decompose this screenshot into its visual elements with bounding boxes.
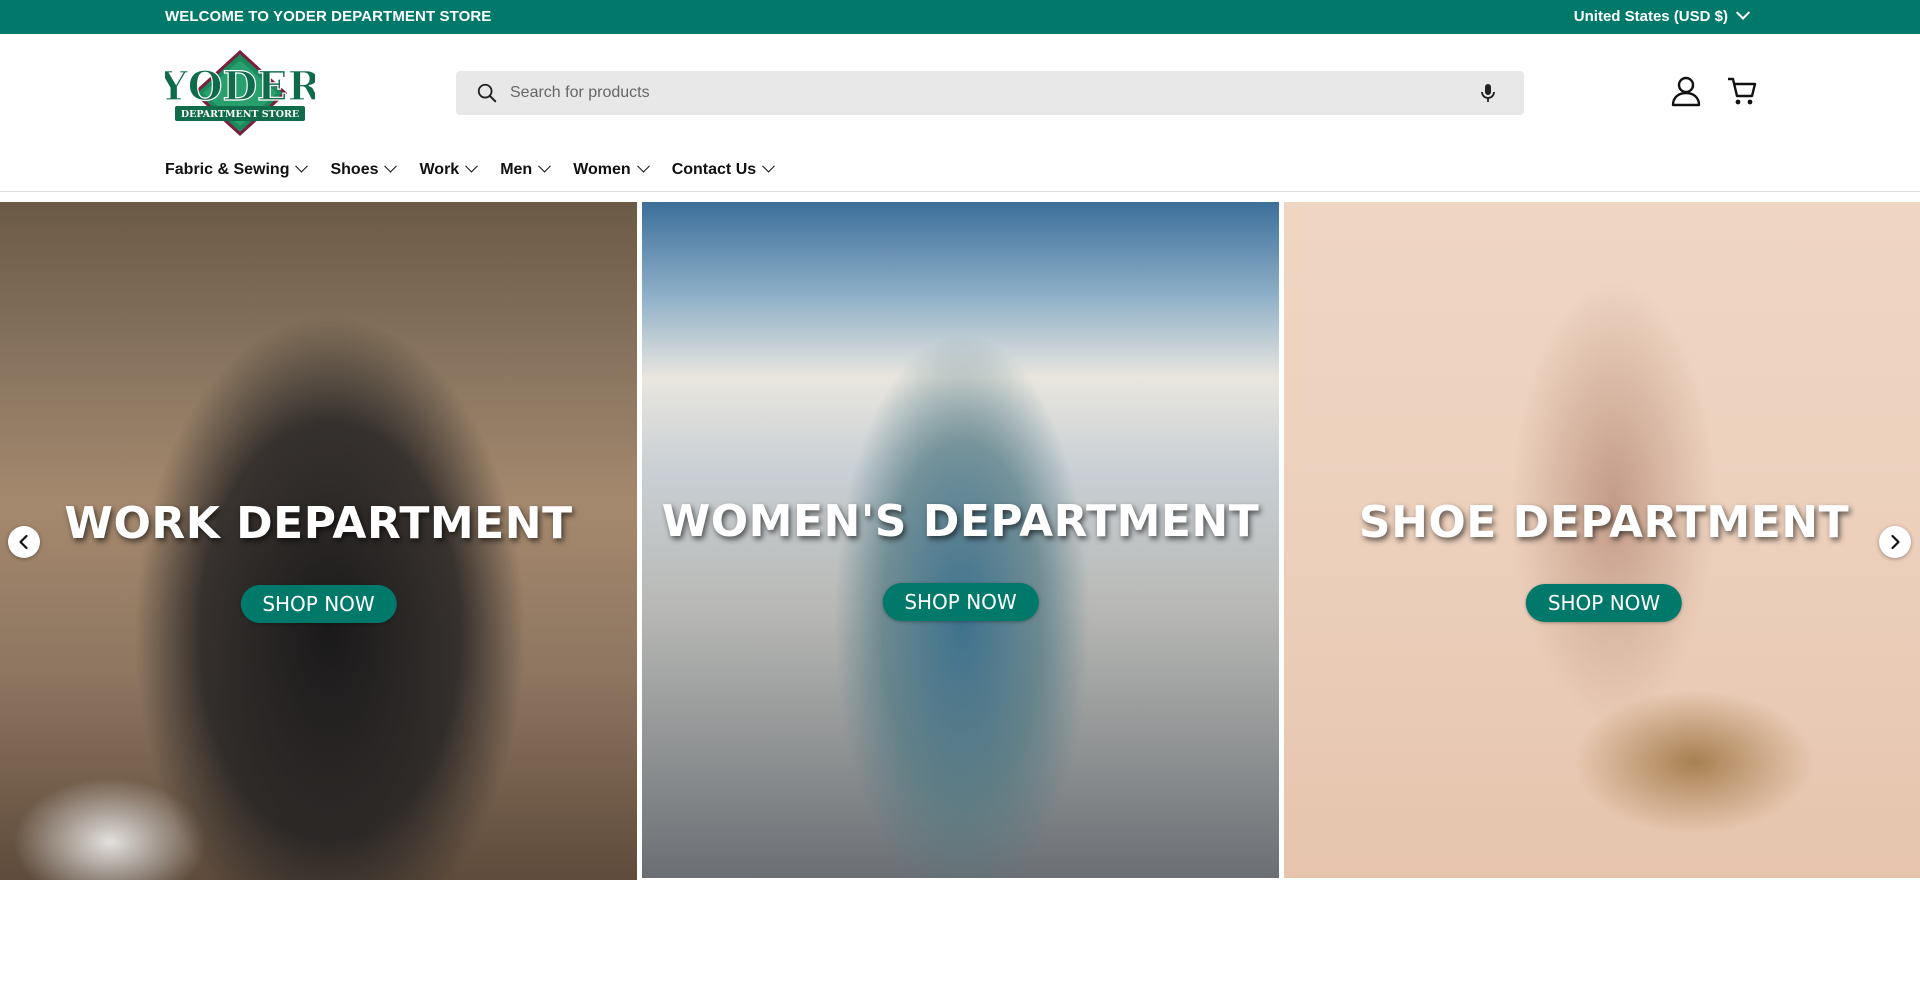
search-input[interactable] [510, 71, 1410, 115]
chevron-down-icon [1735, 5, 1751, 20]
nav-item-label: Contact Us [671, 161, 757, 178]
nav-item-label: Women [573, 161, 631, 178]
nav-item-label: Work [419, 161, 460, 178]
slide-shoe-department[interactable]: SHOE DEPARTMENT SHOP NOW [1284, 202, 1920, 878]
logo-main-text: YODER [165, 63, 315, 110]
nav-item-contact-us[interactable]: Contact Us [671, 158, 776, 182]
chevron-down-icon [295, 159, 309, 173]
store-logo[interactable]: YODER DEPARTMENT STORE [165, 50, 315, 136]
shop-now-button[interactable]: SHOP NOW [882, 583, 1039, 621]
country-selector-label: United States (USD $) [1573, 8, 1728, 25]
chevron-down-icon [465, 159, 479, 173]
carousel-prev-button[interactable] [8, 526, 40, 558]
slide-womens-department[interactable]: WOMEN'S DEPARTMENT SHOP NOW [642, 202, 1279, 878]
nav-item-work[interactable]: Work [419, 158, 479, 182]
slide-work-department[interactable]: WORK DEPARTMENT SHOP NOW [0, 202, 637, 880]
welcome-message: WELCOME TO YODER DEPARTMENT STORE [165, 8, 492, 25]
chevron-down-icon [762, 159, 776, 173]
chevron-down-icon [636, 159, 650, 173]
shop-now-button[interactable]: SHOP NOW [1525, 584, 1683, 622]
nav-item-men[interactable]: Men [500, 158, 552, 182]
hero-carousel: WORK DEPARTMENT SHOP NOW WOMEN'S DEPARTM… [0, 202, 1920, 880]
chevron-left-icon [19, 534, 28, 550]
microphone-icon[interactable] [1478, 82, 1498, 104]
logo-sub-text: DEPARTMENT STORE [181, 109, 299, 120]
search-bar[interactable] [456, 71, 1524, 115]
slide-title: WORK DEPARTMENT [64, 498, 573, 549]
site-header: YODER DEPARTMENT STORE Fabric & Sewing [0, 34, 1920, 192]
account-icon[interactable] [1670, 74, 1702, 108]
nav-item-label: Men [500, 161, 533, 178]
carousel-next-button[interactable] [1879, 526, 1911, 558]
nav-item-label: Shoes [330, 161, 379, 178]
search-icon[interactable] [476, 82, 498, 104]
announcement-bar: WELCOME TO YODER DEPARTMENT STORE United… [0, 0, 1920, 34]
shop-now-button[interactable]: SHOP NOW [240, 585, 397, 623]
chevron-down-icon [538, 159, 552, 173]
nav-item-shoes[interactable]: Shoes [330, 158, 398, 182]
cart-icon[interactable] [1726, 74, 1758, 108]
logo-graphic: YODER DEPARTMENT STORE [165, 50, 315, 136]
main-navigation: Fabric & Sewing Shoes Work Men Women Con… [165, 158, 776, 182]
nav-item-fabric-sewing[interactable]: Fabric & Sewing [165, 158, 309, 182]
slide-title: WOMEN'S DEPARTMENT [661, 496, 1260, 547]
nav-item-women[interactable]: Women [573, 158, 650, 182]
chevron-down-icon [384, 159, 398, 173]
nav-item-label: Fabric & Sewing [165, 161, 290, 178]
country-selector[interactable]: United States (USD $) [1573, 5, 1751, 25]
slide-title: SHOE DEPARTMENT [1358, 497, 1850, 548]
chevron-right-icon [1891, 534, 1900, 550]
